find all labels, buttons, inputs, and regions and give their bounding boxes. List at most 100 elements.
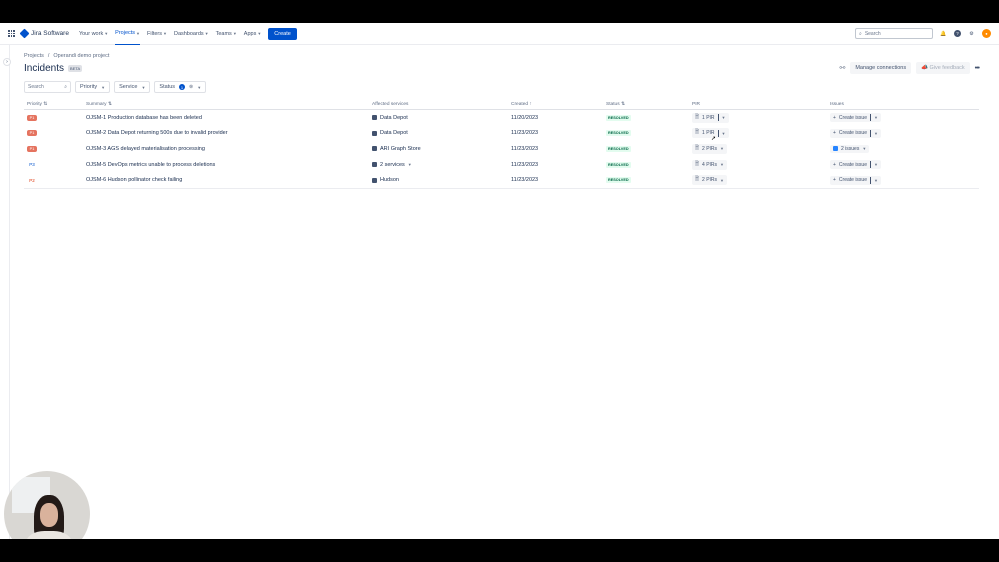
filter-search-placeholder: Search [28,84,44,90]
nav-apps[interactable]: Apps ▼ [244,23,262,45]
chevron-down-icon[interactable]: ▼ [874,178,878,183]
col-services[interactable]: Affected services [372,102,511,107]
service-filter[interactable]: Service ▼ [114,81,151,93]
created-cell: 11/20/2023 [511,114,539,121]
summary-text[interactable]: AGS delayed materialisation processing [107,146,205,152]
create-issue-button[interactable]: + Create issue ▼ [830,113,881,123]
col-status[interactable]: Status ⇅ [606,102,692,107]
service-cell[interactable]: Data Depot [372,115,511,121]
nav-projects[interactable]: Projects ▼ [115,23,141,45]
table-row[interactable]: P3 OJSM-5 DevOps metrics unable to proce… [24,157,979,173]
col-created[interactable]: Created ↑ [511,102,606,107]
more-icon[interactable]: ••• [975,65,980,72]
nav-your-work[interactable]: Your work ▼ [79,23,108,45]
table-row[interactable]: P2 OJSM-6 Hudson pollinator check failin… [24,172,979,188]
filter-search-input[interactable]: Search ⌕ [24,81,71,93]
gear-icon[interactable]: ⚙ [968,30,975,37]
create-issue-button[interactable]: + Create issue ▼ [830,175,881,185]
avatar[interactable]: ● [982,29,991,38]
help-icon[interactable]: ? [954,30,961,37]
table-row[interactable]: P1 OJSM-1 Production database has been d… [24,110,979,126]
expand-sidebar-icon[interactable]: › [3,58,11,66]
col-issues[interactable]: Issues [830,102,979,107]
table-row[interactable]: P1 OJSM-3 AGS delayed materialisation pr… [24,141,979,157]
col-priority[interactable]: Priority ⇅ [24,102,86,107]
summary-text[interactable]: Production database has been deleted [108,115,202,121]
letterbox-bottom [0,539,999,562]
col-summary[interactable]: Summary ⇅ [86,102,372,107]
connections-icon[interactable]: ⚯ [839,64,845,72]
summary-cell[interactable]: OJSM-1 Production database has been dele… [86,115,372,121]
sidebar-divider [9,45,10,539]
chevron-down-icon[interactable]: ▼ [722,115,726,120]
breadcrumb: Projects / Operandi demo project [24,53,979,59]
chevron-down-icon: ▼ [862,146,867,152]
col-label: Priority [27,102,42,107]
service-cell[interactable]: 2 services ▼ [372,162,511,168]
created-cell: 11/23/2023 [511,161,539,168]
nav-right: ⌕ Search 🔔 ? ⚙ ● [855,28,991,39]
chevron-down-icon[interactable]: ▼ [722,131,726,136]
sort-asc-icon: ↑ [529,102,532,107]
chevron-down-icon[interactable]: ▼ [874,162,878,167]
nav-teams[interactable]: Teams ▼ [216,23,237,45]
summary-text[interactable]: Hudson pollinator check failing [108,177,183,183]
clear-icon[interactable]: ⊗ [189,84,193,90]
chevron-down-icon: ▼ [720,146,725,152]
issue-key[interactable]: OJSM-5 [86,162,106,168]
create-issue-button[interactable]: + Create issue ▼ [830,160,881,170]
split-divider [870,114,871,122]
linked-issues-button[interactable]: 2 issues ▼ [830,144,870,153]
incidents-page: Projects / Operandi demo project Inciden… [24,53,980,189]
manage-connections-button[interactable]: Manage connections [850,62,912,74]
create-issue-button[interactable]: + Create issue ▼ [830,128,881,138]
summary-cell[interactable]: OJSM-3 AGS delayed materialisation proce… [86,146,372,152]
summary-text[interactable]: DevOps metrics unable to process deletio… [108,162,216,168]
summary-cell[interactable]: OJSM-6 Hudson pollinator check failing [86,177,372,183]
chevron-down-icon[interactable]: ▼ [874,115,878,120]
status-filter[interactable]: Status 1 ⊗ ▼ [154,81,207,93]
chevron-down-icon[interactable]: ▼ [408,162,412,167]
webcam-overlay [4,471,90,539]
issues-cell: + Create issue ▼ [830,175,979,185]
breadcrumb-separator: / [47,53,50,59]
app-switcher-icon[interactable] [8,30,15,37]
service-icon [372,115,377,121]
incidents-table: Priority ⇅ Summary ⇅ Affected services C… [24,100,979,189]
status-badge: RESOLVED [606,161,631,168]
pir-button[interactable]: 🗎 4 PIRs ▼ [692,159,728,170]
breadcrumb-project[interactable]: Operandi demo project [53,53,109,59]
breadcrumb-projects[interactable]: Projects [24,53,44,59]
chevron-down-icon[interactable]: ▼ [874,131,878,136]
col-pir[interactable]: PIR [692,102,830,107]
summary-text[interactable]: Data Depot returning 500s due to invalid… [108,130,228,136]
summary-cell[interactable]: OJSM-2 Data Depot returning 500s due to … [86,130,372,136]
nav-label: Filters [147,30,162,37]
service-cell[interactable]: Data Depot [372,130,511,136]
issue-key[interactable]: OJSM-2 [86,130,106,136]
pir-button[interactable]: 🗎 2 PIRs ▼ [692,143,728,154]
nav-dashboards[interactable]: Dashboards ▼ [174,23,209,45]
issue-key[interactable]: OJSM-6 [86,177,106,183]
create-button[interactable]: Create [268,27,297,40]
split-divider [717,114,719,122]
table-row[interactable]: P1 OJSM-2 Data Depot returning 500s due … [24,126,979,142]
plus-icon: + [833,177,836,184]
global-search-input[interactable]: ⌕ Search [855,28,933,39]
pir-cell: 🗎 2 PIRs ▼ [692,175,830,186]
issue-key[interactable]: OJSM-1 [86,115,106,121]
pir-button[interactable]: 🗎 2 PIRs ▼ [692,175,728,186]
brand[interactable]: Jira Software [19,28,69,39]
priority-filter[interactable]: Priority ▼ [75,81,111,93]
notifications-icon[interactable]: 🔔 [940,30,947,37]
service-icon [372,177,377,183]
priority-badge: P1 [27,145,37,152]
service-cell[interactable]: Hudson [372,177,511,183]
service-cell[interactable]: ARI Graph Store [372,146,511,152]
mouse-cursor-icon: ➚ [711,136,717,142]
summary-cell[interactable]: OJSM-5 DevOps metrics unable to process … [86,162,372,168]
give-feedback-button[interactable]: 📣 Give feedback [916,62,970,74]
nav-filters[interactable]: Filters ▼ [147,23,167,45]
issue-key[interactable]: OJSM-3 [86,146,106,152]
pir-button[interactable]: 🗎 1 PIR ▼ [692,112,729,123]
